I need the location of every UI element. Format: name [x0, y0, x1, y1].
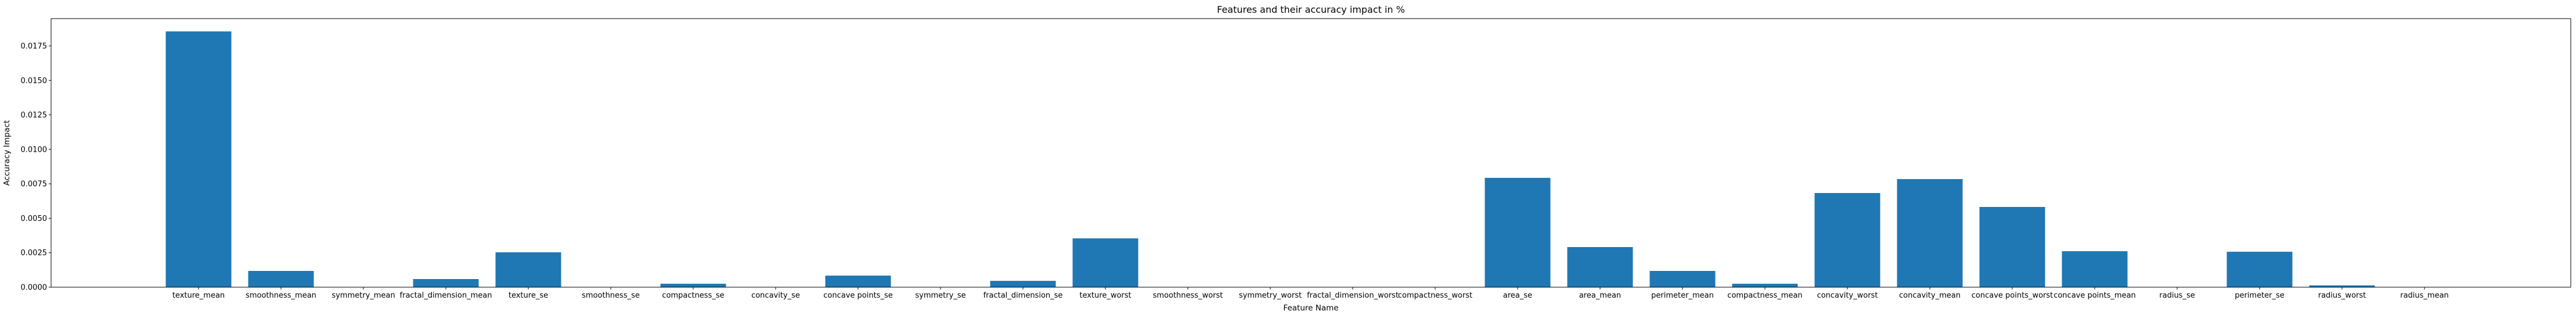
bar-concave-points_worst — [1979, 206, 2045, 287]
y-tick-label: 0.0000 — [21, 284, 48, 292]
x-tick-label: concavity_mean — [1899, 291, 1961, 300]
x-tick-label: concavity_se — [751, 291, 800, 300]
x-tick-label: symmetry_se — [915, 291, 965, 300]
x-tick-label: texture_se — [509, 291, 548, 300]
y-tick-label: 0.0125 — [21, 111, 48, 120]
x-tick-label: concavity_worst — [1817, 291, 1878, 300]
x-tick-label: area_mean — [1579, 291, 1621, 300]
x-tick-label: symmetry_mean — [332, 291, 395, 300]
x-tick-label: fractal_dimension_worst — [1307, 291, 1399, 300]
y-tick-label: 0.0050 — [21, 215, 48, 223]
y-tick-label: 0.0025 — [21, 249, 48, 258]
bar-compactness_se — [660, 284, 726, 287]
x-tick-label: perimeter_se — [2235, 291, 2285, 300]
x-tick-label: perimeter_mean — [1651, 291, 1714, 300]
bar-concavity_mean — [1897, 179, 1963, 287]
y-tick-label: 0.0150 — [21, 77, 48, 85]
x-tick-label: texture_worst — [1079, 291, 1131, 300]
x-tick-label: smoothness_se — [582, 291, 640, 300]
bar-texture_mean — [165, 31, 232, 288]
x-tick-label: concave points_se — [823, 291, 892, 300]
y-tick-label: 0.0175 — [21, 42, 48, 51]
bar-concavity_worst — [1814, 193, 1880, 287]
bar-perimeter_se — [2226, 252, 2293, 287]
x-tick-label: compactness_worst — [1398, 291, 1472, 300]
y-tick-label: 0.0100 — [21, 145, 48, 154]
figure-background — [0, 0, 2576, 318]
x-axis-label: Feature Name — [1283, 303, 1338, 313]
bar-compactness_mean — [1732, 284, 1798, 287]
x-tick-label: radius_se — [2159, 291, 2195, 300]
bar-area_se — [1485, 177, 1551, 287]
x-tick-label: texture_mean — [172, 291, 225, 300]
x-tick-label: symmetry_worst — [1239, 291, 1302, 300]
y-tick-label: 0.0075 — [21, 180, 48, 189]
x-tick-label: area_se — [1503, 291, 1532, 300]
x-tick-label: smoothness_mean — [246, 291, 316, 300]
y-axis-label: Accuracy Impact — [2, 120, 12, 186]
x-tick-label: smoothness_worst — [1153, 291, 1223, 300]
bar-fractal_dimension_se — [990, 281, 1056, 287]
x-tick-label: concave points_worst — [1972, 291, 2053, 300]
x-tick-label: fractal_dimension_se — [983, 291, 1063, 300]
x-tick-label: radius_mean — [2400, 291, 2449, 300]
x-tick-label: compactness_mean — [1727, 291, 1802, 300]
x-tick-label: compactness_se — [662, 291, 724, 300]
x-tick-label: concave points_mean — [2053, 291, 2136, 300]
bar-smoothness_mean — [248, 271, 314, 287]
x-tick-label: fractal_dimension_mean — [400, 291, 492, 300]
bar-texture_se — [495, 252, 561, 287]
bar-perimeter_mean — [1649, 271, 1716, 287]
chart-title: Features and their accuracy impact in % — [1217, 4, 1405, 15]
bar-concave-points_se — [825, 276, 891, 287]
bar-area_mean — [1567, 246, 1633, 287]
bar-concave-points_mean — [2062, 251, 2128, 287]
bar-texture_worst — [1072, 238, 1139, 287]
x-tick-label: radius_worst — [2318, 291, 2366, 300]
bar-fractal_dimension_mean — [413, 279, 479, 287]
bar-chart: Features and their accuracy impact in % … — [0, 0, 2576, 318]
